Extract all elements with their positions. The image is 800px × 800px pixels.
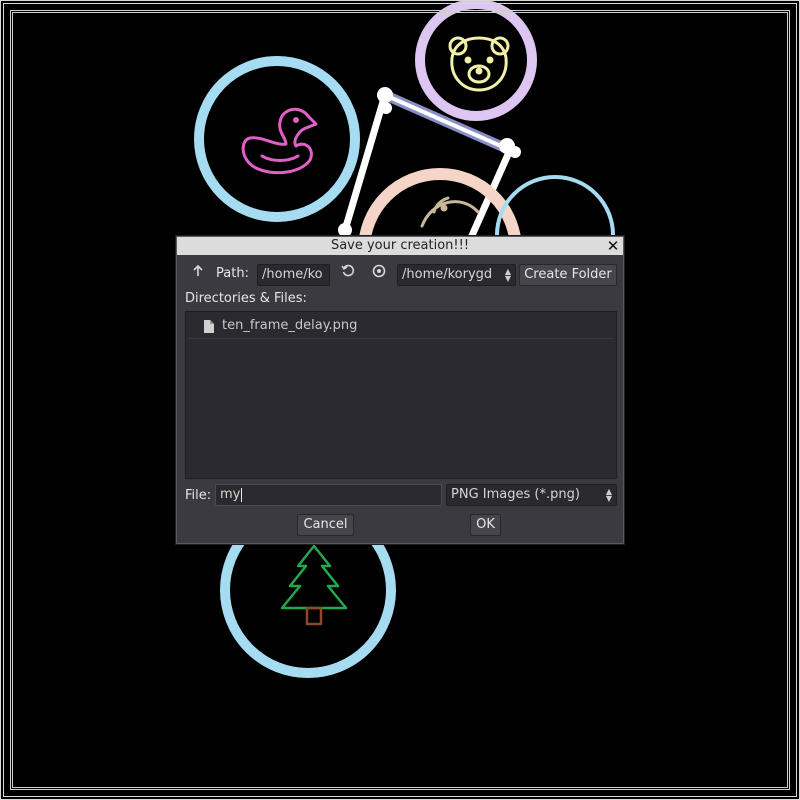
- cancel-button[interactable]: Cancel: [297, 514, 354, 536]
- text-caret: [241, 487, 243, 502]
- up-arrow-icon[interactable]: [189, 264, 207, 286]
- dialog-title: Save your creation!!!: [330, 238, 470, 253]
- close-icon[interactable]: ✕: [605, 238, 621, 254]
- ok-button[interactable]: OK: [470, 514, 501, 536]
- spinner-icon: ▲ ▼: [605, 487, 613, 503]
- path-label: Path:: [216, 266, 249, 281]
- eye-icon[interactable]: [368, 264, 390, 286]
- list-item[interactable]: ten_frame_delay.png: [188, 314, 614, 339]
- create-folder-button[interactable]: Create Folder: [519, 264, 617, 286]
- refresh-icon[interactable]: [337, 264, 359, 286]
- dialog-toolbar: Path: /home/ko /home/korygd ▲ ▼ Create Fo…: [177, 263, 623, 287]
- save-dialog: Save your creation!!! ✕ Path: /home/ko /…: [176, 236, 624, 544]
- filename-value: my: [220, 487, 241, 502]
- file-icon: [204, 320, 214, 333]
- dialog-titlebar[interactable]: Save your creation!!! ✕: [177, 237, 623, 255]
- path-dropdown-value: /home/korygd: [402, 267, 493, 282]
- file-list[interactable]: ten_frame_delay.png: [185, 311, 617, 479]
- file-name: ten_frame_delay.png: [222, 318, 358, 333]
- directories-label: Directories & Files:: [185, 291, 307, 306]
- path-input[interactable]: /home/ko: [257, 264, 330, 286]
- filter-dropdown[interactable]: PNG Images (*.png) ▲ ▼: [446, 484, 617, 506]
- spinner-icon: ▲ ▼: [504, 267, 512, 283]
- filename-input[interactable]: my: [215, 484, 442, 506]
- filter-value: PNG Images (*.png): [451, 487, 580, 502]
- file-label: File:: [185, 488, 212, 503]
- path-dropdown[interactable]: /home/korygd ▲ ▼: [397, 264, 516, 286]
